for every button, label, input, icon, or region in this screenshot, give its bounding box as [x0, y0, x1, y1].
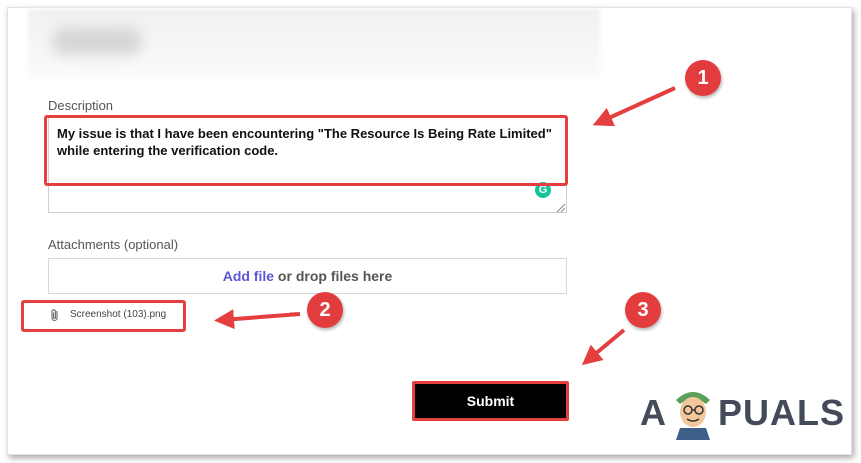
logo-mascot-icon — [676, 392, 710, 440]
arrow-icon — [592, 86, 676, 127]
arrow-icon — [581, 328, 626, 366]
logo-letter-a: A — [640, 392, 667, 433]
logo-text: PUALS — [718, 392, 846, 433]
step-2-badge: 2 — [307, 292, 343, 328]
arrow-icon — [214, 309, 301, 330]
step-1-badge: 1 — [685, 60, 721, 96]
step-3-badge: 3 — [625, 292, 661, 328]
appuals-logo: A PUALS — [640, 392, 850, 442]
